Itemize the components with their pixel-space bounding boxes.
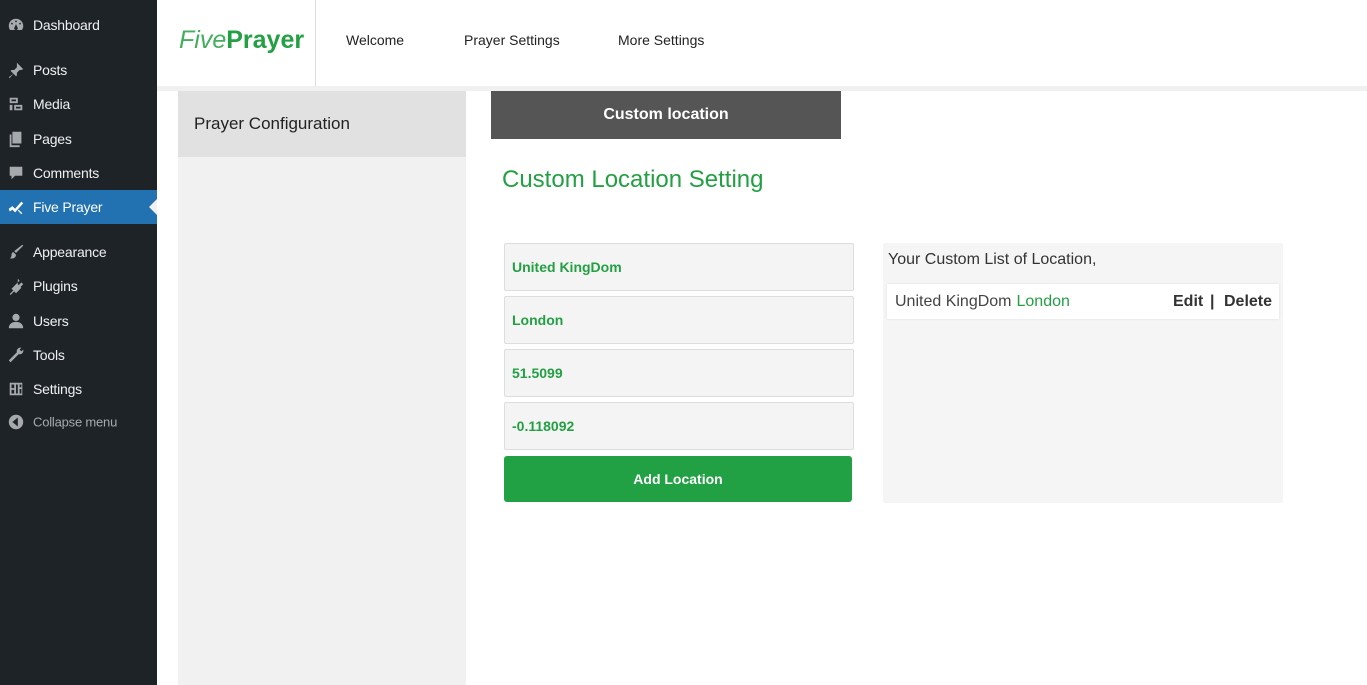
brush-icon xyxy=(6,242,26,262)
sidebar-item-label: Pages xyxy=(33,131,72,147)
sidebar-item-label: Tools xyxy=(33,347,65,363)
location-label: United KingDom London xyxy=(895,293,1070,311)
country-field[interactable] xyxy=(504,243,854,291)
sidebar-item-tools[interactable]: Tools xyxy=(0,338,157,372)
five-prayer-icon xyxy=(6,197,26,217)
list-item: United KingDom London Edit | Delete xyxy=(887,284,1279,319)
logo-box: FivePrayer xyxy=(157,0,316,86)
pages-icon xyxy=(6,129,26,149)
settings-tab-column: Prayer Configuration xyxy=(178,91,466,685)
collapse-menu-button[interactable]: Collapse menu xyxy=(0,405,157,439)
sidebar-item-five-prayer[interactable]: Five Prayer xyxy=(0,190,157,224)
sidebar-item-label: Appearance xyxy=(33,244,107,260)
sidebar-item-label: Plugins xyxy=(33,278,78,294)
country-input[interactable] xyxy=(512,259,853,275)
settings-icon xyxy=(6,379,26,399)
sidebar-item-pages[interactable]: Pages xyxy=(0,122,157,156)
action-separator: | xyxy=(1210,293,1215,310)
city-input[interactable] xyxy=(512,312,853,328)
sidebar-item-users[interactable]: Users xyxy=(0,304,157,338)
sidebar-item-media[interactable]: Media xyxy=(0,87,157,121)
sidebar-item-label: Five Prayer xyxy=(33,199,103,215)
city-field[interactable] xyxy=(504,296,854,344)
admin-sidebar: Dashboard Posts Media Pages Comments Fiv… xyxy=(0,0,157,685)
section-title: Custom Location Setting xyxy=(502,166,764,193)
sidebar-item-dashboard[interactable]: Dashboard xyxy=(0,8,157,42)
latitude-field[interactable] xyxy=(504,349,854,397)
sidebar-item-label: Posts xyxy=(33,62,68,78)
comment-icon xyxy=(6,163,26,183)
collapse-icon xyxy=(6,412,26,432)
edit-link[interactable]: Edit xyxy=(1173,293,1203,311)
latitude-input[interactable] xyxy=(512,365,853,381)
longitude-field[interactable] xyxy=(504,402,854,450)
logo-light-text: Five xyxy=(179,26,227,54)
plugin-header: FivePrayer Welcome Prayer Settings More … xyxy=(157,0,1367,86)
nav-prayer-settings[interactable]: Prayer Settings xyxy=(464,32,560,48)
nav-welcome[interactable]: Welcome xyxy=(346,32,404,48)
dashboard-icon xyxy=(6,15,26,35)
collapse-menu-label: Collapse menu xyxy=(33,414,118,430)
sidebar-item-label: Settings xyxy=(33,381,82,397)
sidebar-item-label: Comments xyxy=(33,165,100,181)
logo-bold-text: Prayer xyxy=(226,26,305,54)
sidebar-item-settings[interactable]: Settings xyxy=(0,372,157,406)
sidebar-item-label: Users xyxy=(33,313,69,329)
add-location-button[interactable]: Add Location xyxy=(504,456,852,502)
sidebar-item-label: Dashboard xyxy=(33,17,100,33)
plugin-icon xyxy=(6,276,26,296)
tab-custom-location[interactable]: Custom location xyxy=(491,91,841,139)
sidebar-item-label: Media xyxy=(33,96,71,112)
media-icon xyxy=(6,94,26,114)
tab-prayer-configuration[interactable]: Prayer Configuration xyxy=(178,91,466,157)
pin-icon xyxy=(6,60,26,80)
location-city: London xyxy=(1016,293,1070,310)
nav-more-settings[interactable]: More Settings xyxy=(618,32,704,48)
wrench-icon xyxy=(6,345,26,365)
delete-link[interactable]: Delete xyxy=(1224,293,1272,311)
sidebar-item-comments[interactable]: Comments xyxy=(0,156,157,190)
custom-location-list: Your Custom List of Location, United Kin… xyxy=(883,243,1283,503)
sidebar-item-posts[interactable]: Posts xyxy=(0,53,157,87)
location-country: United KingDom xyxy=(895,293,1012,310)
user-icon xyxy=(6,311,26,331)
longitude-input[interactable] xyxy=(512,418,853,434)
list-heading: Your Custom List of Location, xyxy=(888,251,1097,268)
fiveprayer-logo[interactable]: FivePrayer xyxy=(179,26,304,55)
sidebar-item-appearance[interactable]: Appearance xyxy=(0,235,157,269)
sidebar-item-plugins[interactable]: Plugins xyxy=(0,269,157,303)
